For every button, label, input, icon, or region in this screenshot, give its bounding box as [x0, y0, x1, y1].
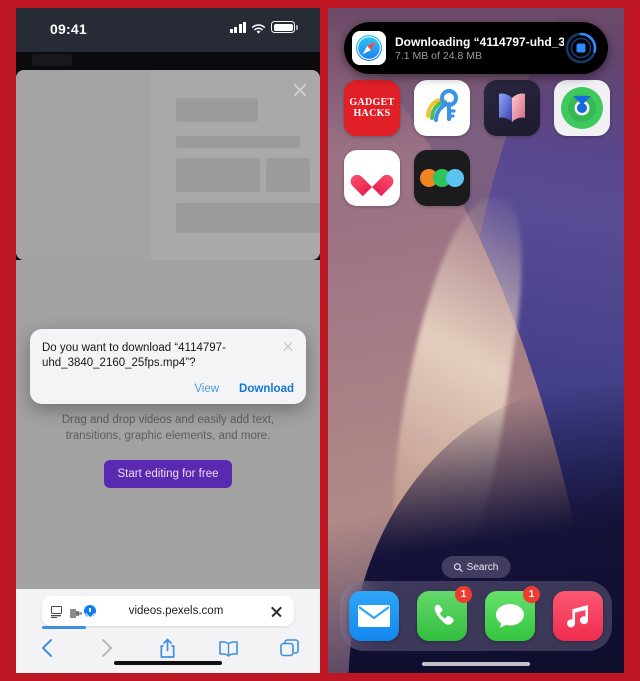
- skeleton-block: [176, 136, 300, 148]
- bookmarks-button[interactable]: [198, 633, 259, 663]
- safari-toolbar: [16, 633, 320, 663]
- app-icon-find-my[interactable]: [554, 80, 610, 136]
- skeleton-block: [176, 203, 320, 233]
- back-button[interactable]: [16, 633, 77, 663]
- app-icon-passwords[interactable]: [414, 80, 470, 136]
- start-editing-button[interactable]: Start editing for free: [104, 460, 232, 488]
- skeleton-block: [266, 158, 310, 192]
- stop-square-icon: [576, 43, 586, 53]
- gadget-hacks-line1: GADGET: [349, 96, 395, 108]
- heart-icon: [359, 166, 385, 190]
- view-button[interactable]: View: [194, 383, 219, 395]
- extension-icon[interactable]: [69, 606, 82, 618]
- messages-badge: 1: [523, 586, 540, 603]
- dock: 1 1: [340, 581, 612, 651]
- phone-badge: 1: [455, 586, 472, 603]
- page-top-chip: [32, 54, 72, 66]
- url-text: videos.pexels.com: [128, 605, 224, 617]
- ad-close-icon[interactable]: [292, 82, 308, 98]
- status-bar-icons: [229, 21, 298, 34]
- three-dots-icon: [420, 169, 464, 187]
- dock-app-phone[interactable]: 1: [417, 586, 472, 641]
- gadget-hacks-line2: HACKS: [353, 107, 391, 119]
- island-title: Downloading “4114797-uhd_3…: [395, 34, 564, 49]
- left-phone-safari: 09:41 Drag and drop videos and easily ad…: [16, 8, 320, 673]
- island-text: Downloading “4114797-uhd_3… 7.1 MB of 24…: [395, 35, 564, 62]
- url-bar[interactable]: videos.pexels.com: [42, 596, 294, 626]
- app-icon-gadget-hacks[interactable]: GADGET HACKS: [344, 80, 400, 136]
- webpage-content: Drag and drop videos and easily add text…: [16, 52, 320, 589]
- ad-image-placeholder: [16, 70, 151, 260]
- tab-active-underline: [42, 626, 86, 629]
- app-icon-health[interactable]: [344, 150, 400, 206]
- search-pill[interactable]: Search: [441, 556, 511, 578]
- promo-text: Drag and drop videos and easily add text…: [61, 414, 275, 442]
- screenshot-frame: 09:41 Drag and drop videos and easily ad…: [0, 0, 640, 681]
- wifi-icon: [251, 22, 266, 34]
- dynamic-island-download-activity[interactable]: Downloading “4114797-uhd_3… 7.1 MB of 24…: [344, 22, 608, 74]
- url-bar-left-icons: [42, 605, 96, 619]
- safari-bottom-bar: videos.pexels.com: [16, 589, 320, 673]
- search-pill-label: Search: [466, 561, 499, 573]
- right-phone-home-screen: GADGET HACKS Search 1 1 Downloading “411…: [328, 8, 624, 673]
- download-dialog-actions: View Download: [42, 383, 294, 395]
- skeleton-block: [176, 98, 258, 122]
- status-bar: 09:41: [16, 8, 320, 52]
- cellular-signal-icon: [229, 21, 246, 33]
- dock-app-messages[interactable]: 1: [485, 586, 540, 641]
- dock-app-mail[interactable]: [349, 591, 399, 641]
- download-confirmation-dialog: Do you want to download “4114797-uhd_384…: [30, 329, 306, 404]
- clear-url-icon[interactable]: [270, 605, 283, 618]
- home-indicator: [114, 661, 222, 665]
- app-icon-freeform[interactable]: [414, 150, 470, 206]
- download-progress-stop-button[interactable]: [564, 31, 598, 65]
- promo-section: Drag and drop videos and easily add text…: [16, 260, 320, 589]
- skeleton-block: [176, 158, 260, 192]
- app-icon-journal[interactable]: [484, 80, 540, 136]
- battery-icon: [271, 21, 298, 33]
- download-dialog-close-icon[interactable]: [282, 341, 294, 353]
- download-dialog-message: Do you want to download “4114797-uhd_384…: [42, 342, 226, 369]
- home-indicator: [422, 662, 530, 666]
- page-settings-icon[interactable]: [51, 605, 65, 619]
- status-bar-time: 09:41: [50, 21, 87, 37]
- download-button[interactable]: Download: [239, 383, 294, 395]
- forward-button[interactable]: [77, 633, 138, 663]
- island-subtitle: 7.1 MB of 24.8 MB: [395, 49, 482, 62]
- dock-app-music[interactable]: [553, 591, 603, 641]
- tabs-button[interactable]: [259, 633, 320, 663]
- ad-overlay-card: [16, 70, 320, 260]
- downloads-indicator-icon[interactable]: [84, 605, 96, 617]
- search-icon: [453, 562, 463, 572]
- safari-icon: [352, 31, 386, 65]
- app-icon-grid: GADGET HACKS: [344, 80, 610, 206]
- share-button[interactable]: [138, 633, 199, 663]
